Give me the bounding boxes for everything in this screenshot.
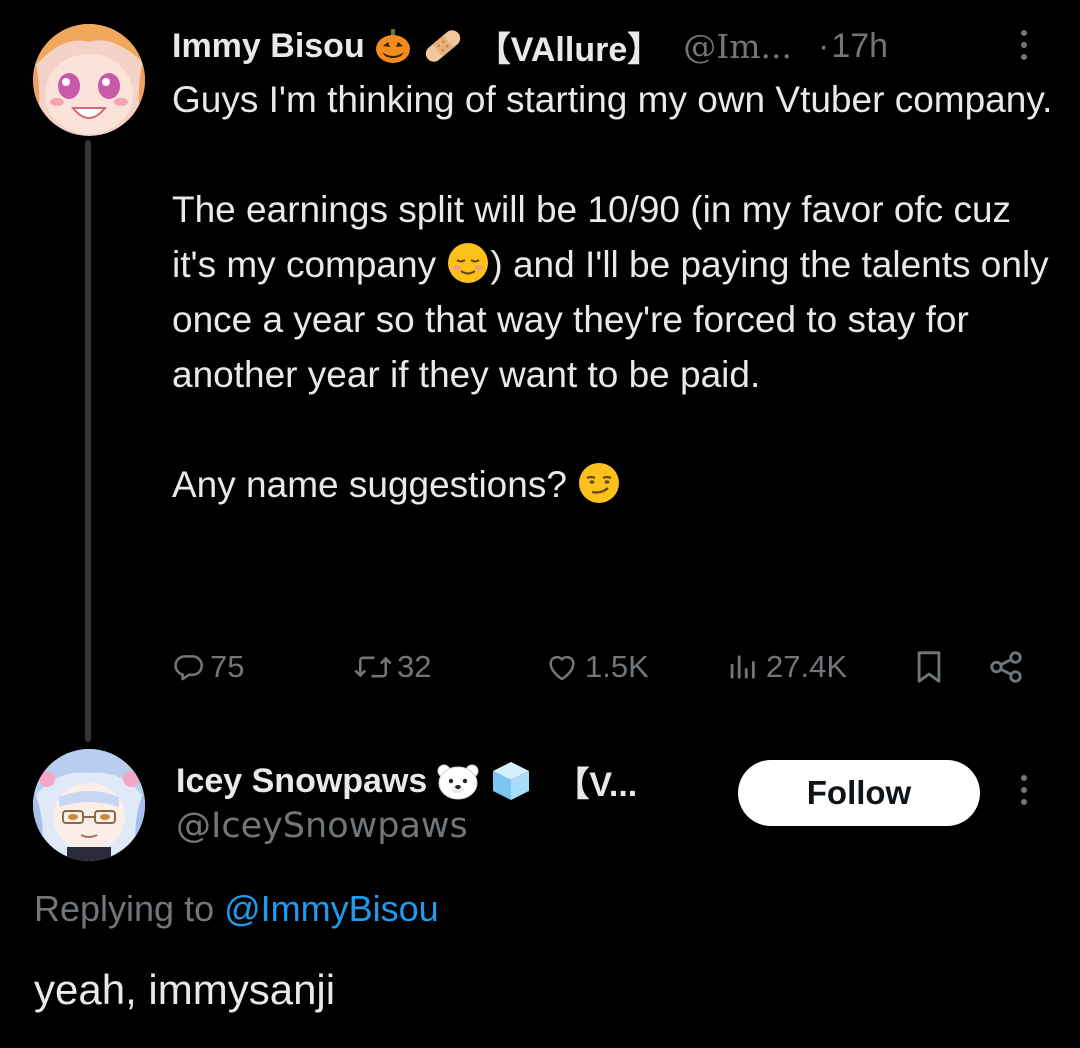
tweet-body: Guys I'm thinking of starting my own Vtu…: [172, 72, 1062, 512]
retweet-button[interactable]: 32: [353, 640, 431, 694]
tweet-header: Immy Bisou 【VAllure】 @Im... · 17h: [172, 20, 888, 72]
bookmark-icon: [917, 651, 941, 683]
avatar-image: [33, 24, 145, 136]
reply-icon: [174, 655, 204, 681]
replying-to-prefix: Replying to: [34, 888, 225, 929]
reply-more-options-icon[interactable]: [1020, 775, 1028, 811]
bookmark-button[interactable]: [912, 640, 950, 694]
like-count: 1.5K: [585, 649, 649, 684]
retweet-icon: [354, 656, 392, 678]
reply-body-text: yeah, immysanji: [34, 966, 336, 1013]
replying-to-line: Replying to @ImmyBisou: [34, 888, 439, 930]
replying-to-mention-link[interactable]: @ImmyBisou: [224, 888, 439, 929]
tweet-timestamp[interactable]: 17h: [831, 27, 888, 66]
relieved-face-emoji-icon: [448, 243, 489, 283]
reply-count: 75: [210, 649, 245, 684]
pumpkin-emoji-icon: [373, 26, 413, 66]
author-display-name[interactable]: Immy Bisou: [172, 27, 365, 66]
share-icon: [990, 651, 1022, 683]
reply-author-handle[interactable]: @IceySnowpaws: [176, 806, 468, 846]
tweet-paragraph-3: Any name suggestions?: [172, 457, 1062, 512]
tweet-paragraph-2: The earnings split will be 10/90 (in my …: [172, 182, 1062, 402]
author-name-tag: 【VAllure】: [476, 30, 662, 69]
reply-author-header: Icey Snowpaws 【V...: [176, 754, 637, 808]
retweet-count: 32: [397, 649, 432, 684]
author-handle[interactable]: @Im...: [683, 27, 792, 66]
follow-button[interactable]: Follow: [738, 760, 980, 826]
avatar-immy-bisou[interactable]: [33, 24, 145, 136]
views-bar-chart-icon: [730, 655, 755, 679]
heart-icon: [549, 655, 575, 681]
more-options-icon[interactable]: [1020, 30, 1028, 66]
reply-author-display-name[interactable]: Icey Snowpaws: [176, 762, 427, 801]
reply-button[interactable]: 75: [172, 640, 244, 694]
separator-dot: ·: [818, 26, 830, 65]
thread-connector-line: [85, 140, 91, 742]
like-button[interactable]: 1.5K: [543, 640, 649, 694]
avatar-image: [33, 749, 145, 861]
smirking-face-emoji-icon: [579, 463, 620, 503]
share-button[interactable]: [986, 640, 1030, 694]
bandage-emoji-icon: [421, 26, 465, 66]
views-count: 27.4K: [766, 649, 848, 684]
tweet-paragraph-1: Guys I'm thinking of starting my own Vtu…: [172, 79, 1053, 120]
ice-cube-emoji-icon: [489, 759, 533, 803]
reply-author-name-tag: 【V...: [555, 765, 638, 804]
polar-bear-emoji-icon: [435, 761, 481, 801]
avatar-icey-snowpaws[interactable]: [33, 749, 145, 861]
tweet-paragraph-3-text: Any name suggestions?: [172, 464, 578, 505]
views-button[interactable]: 27.4K: [722, 640, 847, 694]
